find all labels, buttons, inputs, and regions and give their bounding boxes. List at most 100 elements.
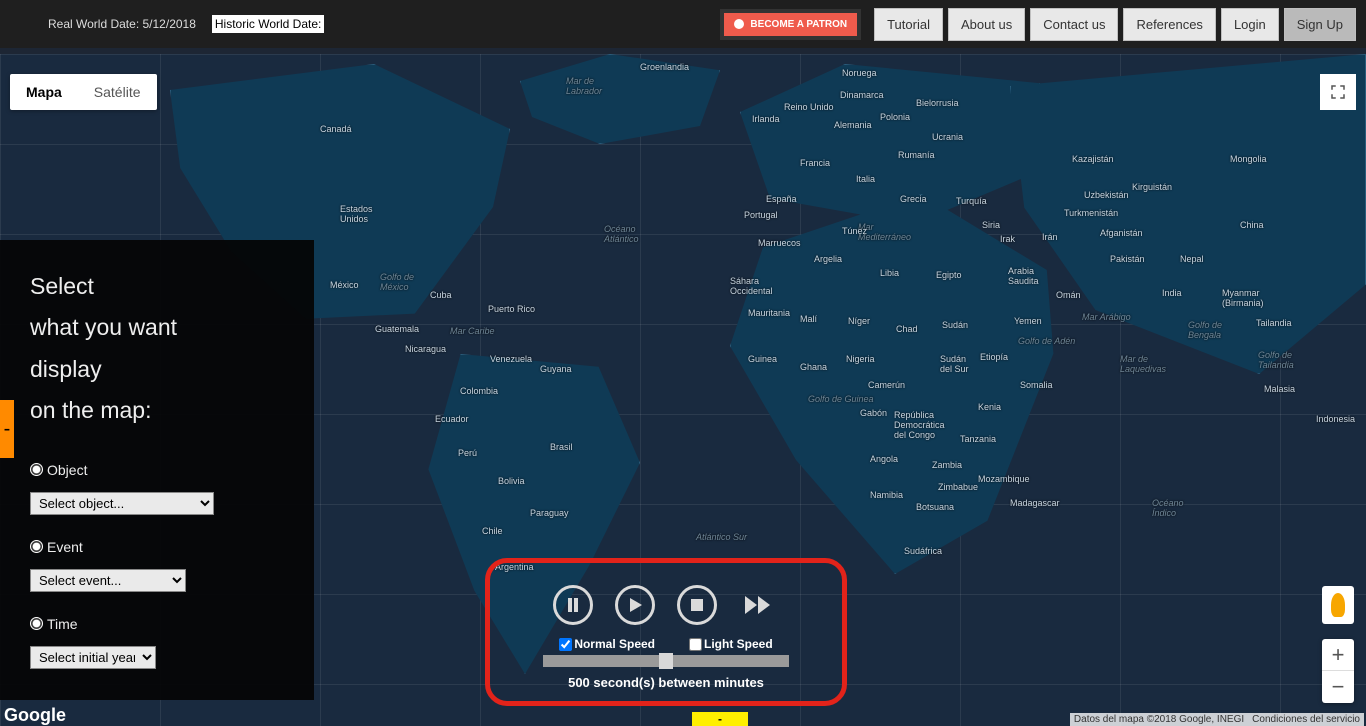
label-canada: Canadá: [320, 124, 352, 134]
label-chile: Chile: [482, 526, 503, 536]
label-nigeria: Nigeria: [846, 354, 875, 364]
label-argelia: Argelia: [814, 254, 842, 264]
pegman-button[interactable]: [1322, 586, 1354, 624]
pause-button[interactable]: [553, 585, 593, 625]
label-sudafrica: Sudáfrica: [904, 546, 942, 556]
label-object: Object: [47, 462, 87, 478]
label-chad: Chad: [896, 324, 918, 334]
speed-slider-thumb[interactable]: [659, 653, 673, 669]
label-gabon: Gabón: [860, 408, 887, 418]
label-ucrania: Ucrania: [932, 132, 963, 142]
nav-signup[interactable]: Sign Up: [1284, 8, 1356, 41]
select-object[interactable]: Select object...: [30, 492, 214, 515]
map-type-map[interactable]: Mapa: [10, 74, 78, 110]
label-rumania: Rumanía: [898, 150, 935, 160]
fullscreen-icon: [1329, 83, 1347, 101]
label-egipto: Egipto: [936, 270, 962, 280]
label-time: Time: [47, 616, 78, 632]
label-dinamarca: Dinamarca: [840, 90, 884, 100]
label-guinea: Guinea: [748, 354, 777, 364]
label-atl-sur: Atlántico Sur: [696, 532, 747, 542]
label-aden: Golfo de Adén: [1018, 336, 1075, 346]
label-peru: Perú: [458, 448, 477, 458]
label-libia: Libia: [880, 268, 899, 278]
speed-slider[interactable]: [543, 655, 789, 667]
label-puerto-rico: Puerto Rico: [488, 304, 535, 314]
label-tanzania: Tanzania: [960, 434, 996, 444]
nav-tutorial[interactable]: Tutorial: [874, 8, 943, 41]
zoom-control: + −: [1322, 639, 1354, 703]
google-logo: Google: [4, 705, 66, 726]
radio-event[interactable]: [30, 540, 43, 553]
label-francia: Francia: [800, 158, 830, 168]
label-uk: Reino Unido: [784, 102, 834, 112]
label-india: India: [1162, 288, 1182, 298]
radio-object[interactable]: [30, 463, 43, 476]
label-sudan-sur: Sudán del Sur: [940, 354, 969, 374]
label-caribe: Mar Caribe: [450, 326, 495, 336]
nav-about[interactable]: About us: [948, 8, 1025, 41]
speed-options: Normal Speed Light Speed: [559, 637, 772, 651]
zoom-out-button[interactable]: −: [1322, 671, 1354, 703]
yellow-chip[interactable]: -: [692, 712, 748, 726]
historic-date-label: Historic World Date:: [212, 15, 324, 33]
play-button[interactable]: [615, 585, 655, 625]
normal-speed-option[interactable]: Normal Speed: [559, 637, 655, 651]
label-bielorrusia: Bielorrusia: [916, 98, 959, 108]
label-irak: Irak: [1000, 234, 1015, 244]
label-tunez: Túnez: [842, 226, 867, 236]
label-madagascar: Madagascar: [1010, 498, 1060, 508]
label-china: China: [1240, 220, 1264, 230]
label-us: Estados Unidos: [340, 204, 373, 224]
label-sudan: Sudán: [942, 320, 968, 330]
map-credits: Datos del mapa ©2018 Google, INEGI Condi…: [1070, 713, 1364, 726]
nav-contact[interactable]: Contact us: [1030, 8, 1118, 41]
label-brasil: Brasil: [550, 442, 573, 452]
label-polonia: Polonia: [880, 112, 910, 122]
select-event[interactable]: Select event...: [30, 569, 186, 592]
label-tailandia: Tailandia: [1256, 318, 1292, 328]
label-mozambique: Mozambique: [978, 474, 1030, 484]
select-time[interactable]: Select initial year...: [30, 646, 156, 669]
label-guatemala: Guatemala: [375, 324, 419, 334]
radio-time[interactable]: [30, 617, 43, 630]
label-event: Event: [47, 539, 83, 555]
sidebar-title: Select what you want display on the map:: [30, 266, 284, 432]
stop-button[interactable]: [677, 585, 717, 625]
label-sahara: Sáhara Occidental: [730, 276, 773, 296]
label-ghana: Ghana: [800, 362, 827, 372]
nav-references[interactable]: References: [1123, 8, 1215, 41]
date-readout: Real World Date: 5/12/2018 Historic Worl…: [48, 15, 324, 33]
map-type-satellite[interactable]: Satélite: [78, 74, 157, 110]
label-paraguay: Paraguay: [530, 508, 569, 518]
row-object: Object: [30, 462, 284, 478]
normal-speed-checkbox[interactable]: [559, 638, 572, 651]
stop-icon: [690, 598, 704, 612]
label-mali: Malí: [800, 314, 817, 324]
label-golfo-guinea: Golfo de Guinea: [808, 394, 874, 404]
label-myanmar: Myanmar (Birmania): [1222, 288, 1264, 308]
fast-forward-button[interactable]: [739, 585, 779, 625]
label-golfo-tailandia: Golfo de Tailandia: [1258, 350, 1294, 370]
become-patron-button[interactable]: BECOME A PATRON: [720, 9, 861, 40]
label-atl-norte: Océano Atlántico: [604, 224, 639, 244]
credit-terms[interactable]: Condiciones del servicio: [1252, 714, 1360, 725]
label-noruega: Noruega: [842, 68, 877, 78]
top-bar: Real World Date: 5/12/2018 Historic Worl…: [0, 0, 1366, 48]
credit-data[interactable]: Datos del mapa ©2018 Google, INEGI: [1074, 714, 1244, 725]
label-bolivia: Bolivia: [498, 476, 525, 486]
label-mexico: México: [330, 280, 359, 290]
zoom-in-button[interactable]: +: [1322, 639, 1354, 671]
sidebar-collapse-button[interactable]: -: [0, 400, 14, 458]
nav-login[interactable]: Login: [1221, 8, 1279, 41]
light-speed-checkbox[interactable]: [689, 638, 702, 651]
label-mongolia: Mongolia: [1230, 154, 1267, 164]
label-golfo-bengala: Golfo de Bengala: [1188, 320, 1222, 340]
pegman-icon: [1331, 593, 1345, 617]
fullscreen-button[interactable]: [1320, 74, 1356, 110]
playback-panel: Normal Speed Light Speed 500 second(s) b…: [485, 558, 847, 706]
light-speed-option[interactable]: Light Speed: [689, 637, 773, 651]
label-guyana: Guyana: [540, 364, 572, 374]
map-type-switch: Mapa Satélite: [10, 74, 157, 110]
label-malasia: Malasia: [1264, 384, 1295, 394]
